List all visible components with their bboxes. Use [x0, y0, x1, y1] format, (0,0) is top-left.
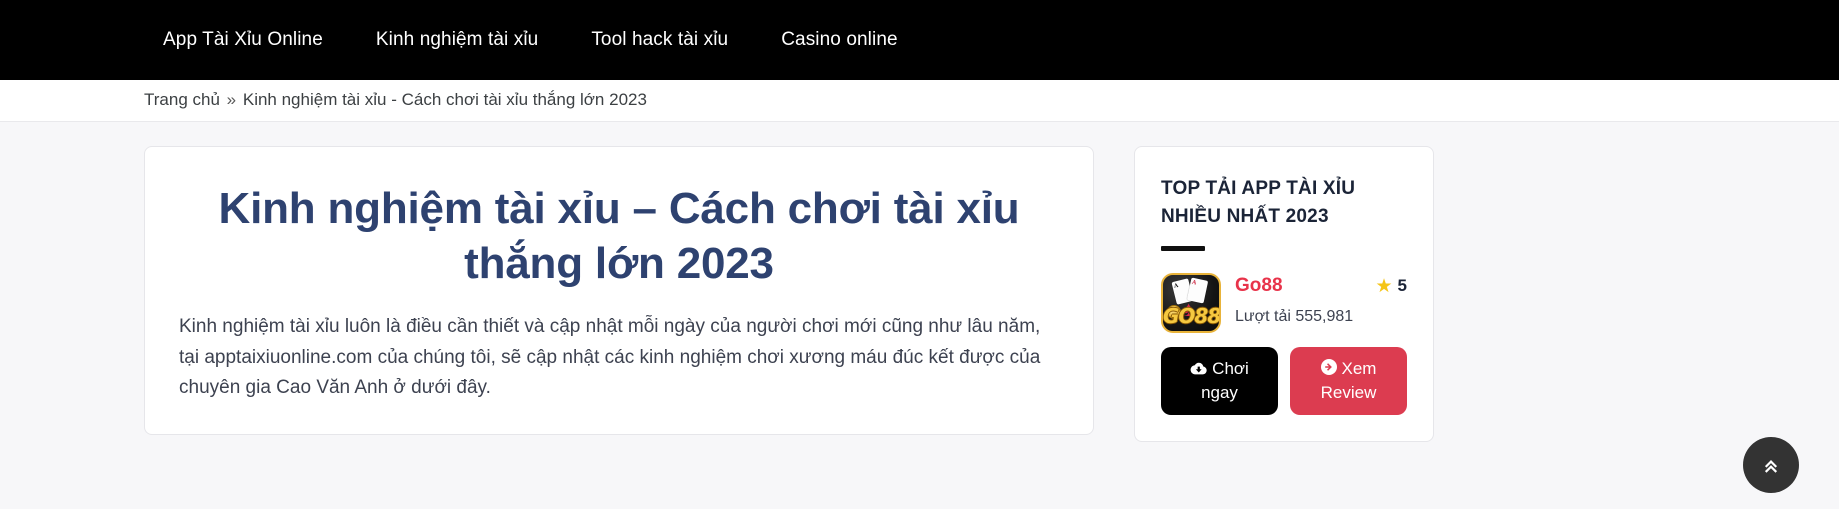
double-chevron-up-icon	[1760, 454, 1782, 476]
sidebar: TOP TẢI APP TÀI XỈU NHIỀU NHẤT 2023 A A …	[1134, 146, 1434, 442]
card-rank-label: A	[1191, 279, 1197, 287]
nav-item-kinh-nghiem-tai-xiu[interactable]: Kinh nghiệm tài xỉu	[376, 29, 566, 52]
logo-wordmark: GO88	[1163, 304, 1221, 329]
arrow-circle-right-icon	[1320, 359, 1337, 381]
breadcrumb-bar: Trang chủ » Kinh nghiệm tài xỉu - Cách c…	[0, 80, 1839, 122]
nav-item-casino-online[interactable]: Casino online	[781, 29, 897, 52]
breadcrumb-separator: »	[226, 90, 237, 110]
view-review-button[interactable]: Xem Review	[1290, 347, 1407, 415]
go88-app-logo-icon[interactable]: A A GO88	[1161, 273, 1221, 334]
breadcrumb-home-link[interactable]: Trang chủ	[144, 90, 220, 109]
list-item: A A GO88 Go88 ★ 5 Lượt tải 555,981	[1161, 273, 1407, 334]
widget-title: TOP TẢI APP TÀI XỈU NHIỀU NHẤT 2023	[1161, 178, 1356, 227]
app-download-count: Lượt tải 555,981	[1235, 307, 1354, 325]
rating-value: 5	[1397, 276, 1407, 296]
page-body: Kinh nghiệm tài xỉu – Cách chơi tài xỉu …	[0, 122, 1839, 509]
status-badge: ★ 5	[1375, 276, 1407, 296]
nav-item-app-tai-xiu-online[interactable]: App Tài Xỉu Online	[163, 29, 351, 52]
app-meta: Go88 ★ 5 Lượt tải 555,981	[1235, 273, 1407, 328]
play-now-button-label: Chơi ngay	[1201, 359, 1249, 402]
breadcrumb-current-page: Kinh nghiệm tài xỉu - Cách chơi tài xỉu …	[242, 90, 647, 110]
breadcrumb: Trang chủ » Kinh nghiệm tài xỉu - Cách c…	[144, 90, 647, 110]
app-name-link[interactable]: Go88	[1235, 275, 1283, 298]
scroll-to-top-button[interactable]	[1743, 437, 1799, 493]
content-wrapper: Kinh nghiệm tài xỉu – Cách chơi tài xỉu …	[144, 146, 1434, 509]
nav-item-tool-hack-tai-xiu[interactable]: Tool hack tài xỉu	[591, 29, 756, 52]
top-apps-widget: TOP TẢI APP TÀI XỈU NHIỀU NHẤT 2023 A A …	[1134, 146, 1434, 442]
app-name-line: Go88 ★ 5	[1235, 275, 1407, 298]
article-card: Kinh nghiệm tài xỉu – Cách chơi tài xỉu …	[144, 146, 1094, 436]
nav-list: App Tài Xỉu Online Kinh nghiệm tài xỉu T…	[163, 29, 898, 52]
app-action-buttons: Chơi ngay Xem Review	[1161, 347, 1407, 415]
page-title: Kinh nghiệm tài xỉu – Cách chơi tài xỉu …	[218, 184, 1020, 289]
main-navigation: App Tài Xỉu Online Kinh nghiệm tài xỉu T…	[0, 0, 1839, 80]
cloud-download-icon	[1190, 359, 1207, 381]
star-icon: ★	[1375, 275, 1393, 297]
article-intro-paragraph: Kinh nghiệm tài xỉu luôn là điều cần thi…	[179, 315, 1041, 399]
play-now-button[interactable]: Chơi ngay	[1161, 347, 1278, 415]
widget-title-divider	[1161, 246, 1205, 252]
card-rank-label: A	[1173, 282, 1179, 290]
